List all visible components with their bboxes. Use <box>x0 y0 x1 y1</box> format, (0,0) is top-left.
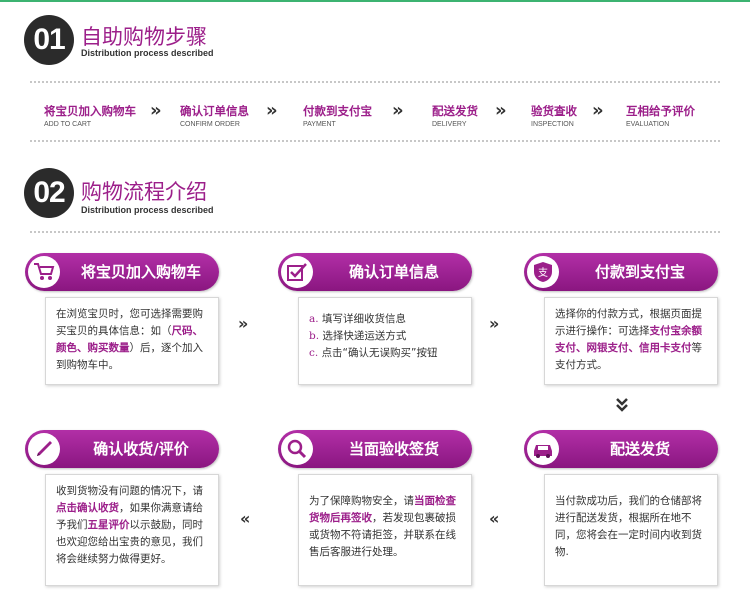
checkmark-icon <box>281 256 313 288</box>
highlight-text: 五星评价 <box>87 519 130 531</box>
list-text: 填写详细收货信息 <box>321 313 406 325</box>
double-arrow-left-icon: « <box>240 509 250 528</box>
highlight-text: 点击确认收货 <box>56 502 119 514</box>
step-label-cn: 配送发货 <box>432 104 478 118</box>
section2-subtitle: Distribution process described <box>81 205 214 215</box>
section2-title: 购物流程介绍 <box>81 180 207 204</box>
double-arrow-right-icon: » <box>489 314 499 333</box>
dotted-divider <box>30 81 720 83</box>
list-item: b. 选择快递运送方式 <box>309 328 461 345</box>
card-header: 确认收货/评价 <box>25 430 219 468</box>
pen-icon <box>28 433 60 465</box>
card-header: 支 付款到支付宝 <box>524 253 718 291</box>
card-header: 配送发货 <box>524 430 718 468</box>
list-item: a. 填写详细收货信息 <box>309 311 461 328</box>
list-marker: c. <box>309 347 319 359</box>
card-payment: 支 付款到支付宝 选择你的付款方式，根据页面提示进行操作：可选择支付宝余额支付、… <box>524 253 718 385</box>
step-label-en: INSPECTION <box>531 121 574 128</box>
card-body: 选择你的付款方式，根据页面提示进行操作：可选择支付宝余额支付、网银支付、信用卡支… <box>544 297 718 385</box>
card-delivery: 配送发货 当付款成功后，我们的仓储部将进行配送发货，根据所在地不同，您将会在一定… <box>524 430 718 586</box>
card-body: a. 填写详细收货信息 b. 选择快递运送方式 c. 点击“确认无误购买”按钮 <box>298 297 472 385</box>
section-number-02: 02 <box>24 168 74 218</box>
double-arrow-right-icon: » <box>392 100 404 121</box>
magnifier-icon <box>281 433 313 465</box>
svg-text:支: 支 <box>538 267 548 279</box>
double-arrow-right-icon: » <box>495 100 507 121</box>
card-body: 在浏览宝贝时，您可选择需要购买宝贝的具体信息：如（尺码、颜色、购买数量）后，逐个… <box>45 297 219 385</box>
section-number-01: 01 <box>24 15 74 65</box>
step-label-en: EVALUATION <box>626 121 670 128</box>
dotted-divider <box>30 140 720 142</box>
shopping-cart-icon <box>28 256 60 288</box>
step-payment: 付款到支付宝 PAYMENT <box>303 103 372 128</box>
list-item: c. 点击“确认无误购买”按钮 <box>309 345 461 362</box>
list-text: 选择快递运送方式 <box>322 330 407 342</box>
step-label-en: ADD TO CART <box>44 121 92 128</box>
section1-subtitle: Distribution process described <box>81 48 214 58</box>
card-header: 当面验收签货 <box>278 430 472 468</box>
double-arrow-right-icon: » <box>266 100 278 121</box>
step-confirm-order: 确认订单信息 CONFIRM ORDER <box>180 103 249 128</box>
card-confirm-order: 确认订单信息 a. 填写详细收货信息 b. 选择快递运送方式 c. 点击“确认无… <box>278 253 472 385</box>
card-title: 确认收货/评价 <box>93 440 189 458</box>
card-text: 收到货物没有问题的情况下，请 <box>56 485 203 497</box>
card-title: 确认订单信息 <box>348 263 439 281</box>
card-text: 为了保障购物安全，请 <box>309 495 414 507</box>
card-title: 付款到支付宝 <box>594 263 685 281</box>
double-arrow-right-icon: » <box>238 314 248 333</box>
card-title: 将宝贝加入购物车 <box>80 263 201 281</box>
alipay-shield-icon: 支 <box>527 256 559 288</box>
step-label-cn: 确认订单信息 <box>180 104 249 118</box>
step-label-en: PAYMENT <box>303 121 336 128</box>
step-label-cn: 验货查收 <box>531 104 577 118</box>
card-body: 当付款成功后，我们的仓储部将进行配送发货，根据所在地不同，您将会在一定时间内收到… <box>544 474 718 586</box>
card-review: 确认收货/评价 收到货物没有问题的情况下，请点击确认收货，如果你满意请给予我们五… <box>25 430 219 586</box>
step-evaluation: 互相给予评价 EVALUATION <box>626 103 695 128</box>
card-text: 当付款成功后，我们的仓储部将进行配送发货，根据所在地不同，您将会在一定时间内收到… <box>555 495 702 558</box>
card-body: 收到货物没有问题的情况下，请点击确认收货，如果你满意请给予我们五星评价以示鼓励，… <box>45 474 219 586</box>
step-label-en: CONFIRM ORDER <box>180 121 240 128</box>
card-header: 确认订单信息 <box>278 253 472 291</box>
list-text: 点击“确认无误购买”按钮 <box>321 347 438 359</box>
card-body: 为了保障购物安全，请当面检查货物后再签收，若发现包裹破损或货物不符请拒签，并联系… <box>298 474 472 586</box>
card-title: 配送发货 <box>609 440 670 458</box>
card-header: 将宝贝加入购物车 <box>25 253 219 291</box>
double-arrow-down-icon <box>615 397 629 413</box>
double-arrow-right-icon: » <box>592 100 604 121</box>
list-marker: a. <box>309 313 319 325</box>
card-add-to-cart: 将宝贝加入购物车 在浏览宝贝时，您可选择需要购买宝贝的具体信息：如（尺码、颜色、… <box>25 253 219 385</box>
step-inspection: 验货查收 INSPECTION <box>531 103 577 128</box>
dotted-divider <box>30 231 720 233</box>
step-label-cn: 付款到支付宝 <box>303 104 372 118</box>
step-delivery: 配送发货 DELIVERY <box>432 103 478 128</box>
card-title: 当面验收签货 <box>348 440 439 458</box>
section1-title: 自助购物步骤 <box>81 25 207 49</box>
double-arrow-left-icon: « <box>489 509 499 528</box>
car-icon <box>527 433 559 465</box>
card-inspection: 当面验收签货 为了保障购物安全，请当面检查货物后再签收，若发现包裹破损或货物不符… <box>278 430 472 586</box>
double-arrow-right-icon: » <box>150 100 162 121</box>
step-label-cn: 将宝贝加入购物车 <box>44 104 136 118</box>
top-green-line <box>0 0 750 2</box>
step-label-cn: 互相给予评价 <box>626 104 695 118</box>
step-label-en: DELIVERY <box>432 121 467 128</box>
list-marker: b. <box>309 330 320 342</box>
step-add-to-cart: 将宝贝加入购物车 ADD TO CART <box>44 103 136 128</box>
